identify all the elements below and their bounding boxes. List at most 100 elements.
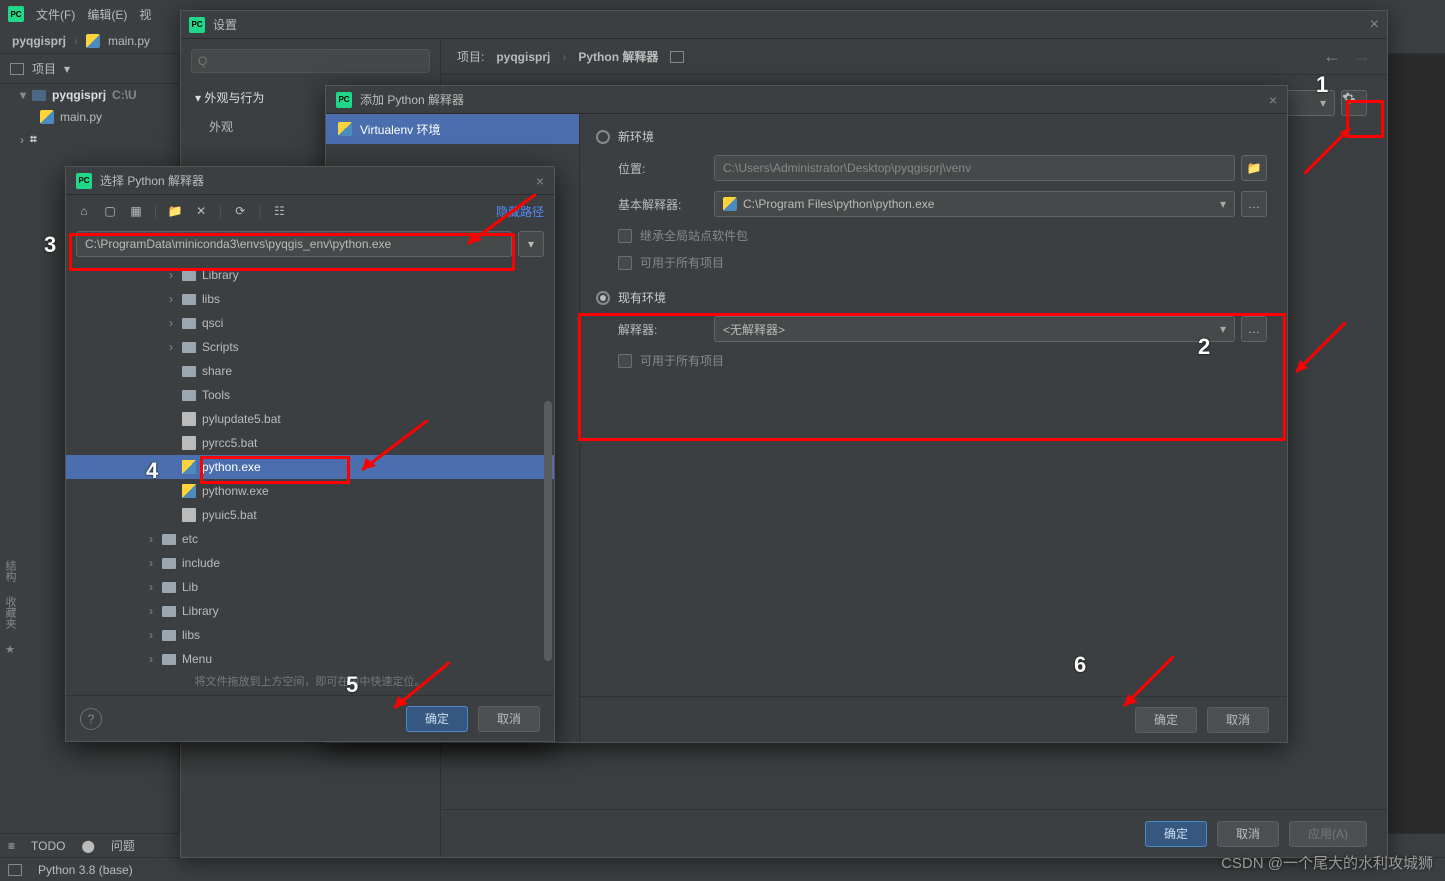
refresh-icon[interactable]: ⟳ bbox=[232, 203, 248, 219]
file-tree-row[interactable]: ›libs bbox=[66, 623, 554, 647]
file-tree-row[interactable]: pyrcc5.bat bbox=[66, 431, 554, 455]
checkbox-icon bbox=[618, 354, 632, 368]
close-icon[interactable]: × bbox=[536, 173, 544, 189]
menu-view[interactable]: 视 bbox=[139, 6, 151, 23]
folder-icon bbox=[182, 342, 196, 353]
add-interpreter-ok-button[interactable]: 确定 bbox=[1135, 707, 1197, 733]
file-tree-row[interactable]: ›include bbox=[66, 551, 554, 575]
settings-crumb-project-name[interactable]: pyqgisprj bbox=[496, 50, 550, 64]
settings-crumb-interpreter[interactable]: Python 解释器 bbox=[578, 48, 658, 65]
close-icon[interactable]: × bbox=[1269, 92, 1277, 108]
file-tree-row[interactable]: ›qsci bbox=[66, 311, 554, 335]
new-folder-icon[interactable]: 📁 bbox=[167, 203, 183, 219]
arrow-right-icon[interactable]: → bbox=[1353, 46, 1371, 67]
add-interpreter-title-text: 添加 Python 解释器 bbox=[360, 91, 464, 108]
settings-title-text: 设置 bbox=[213, 16, 237, 33]
desktop-icon[interactable]: ▢ bbox=[102, 203, 118, 219]
settings-footer: 确定 取消 应用(A) bbox=[441, 809, 1387, 857]
project-icon[interactable]: ▦ bbox=[128, 203, 144, 219]
base-interpreter-dropdown[interactable]: C:\Program Files\python\python.exe bbox=[714, 191, 1235, 217]
file-path-history-button[interactable]: ▾ bbox=[518, 231, 544, 257]
settings-apply-button[interactable]: 应用(A) bbox=[1289, 821, 1367, 847]
folder-icon bbox=[162, 630, 176, 641]
project-panel-label: 项目 bbox=[32, 60, 56, 77]
breadcrumb-file[interactable]: main.py bbox=[108, 34, 150, 48]
file-tree-row[interactable]: ›Menu bbox=[66, 647, 554, 667]
tree-file-main[interactable]: main.py bbox=[0, 106, 179, 128]
gutter-star-icon[interactable]: ★ bbox=[4, 643, 17, 656]
chevron-right-icon: › bbox=[146, 580, 156, 594]
inherit-label: 继承全局站点软件包 bbox=[640, 227, 748, 244]
breadcrumb-project[interactable]: pyqgisprj bbox=[12, 34, 66, 48]
settings-search[interactable] bbox=[191, 49, 430, 73]
help-icon[interactable]: ? bbox=[80, 708, 102, 730]
gutter-favorites[interactable]: 收藏夹 bbox=[2, 596, 18, 629]
status-interpreter[interactable]: Python 3.8 (base) bbox=[38, 863, 133, 877]
chevron-right-icon: › bbox=[166, 268, 176, 282]
show-hidden-icon[interactable]: ☷ bbox=[271, 203, 287, 219]
arrow-left-icon[interactable]: ← bbox=[1323, 46, 1341, 67]
file-tree-row[interactable]: pyuic5.bat bbox=[66, 503, 554, 527]
chevron-right-icon: › bbox=[146, 604, 156, 618]
folder-icon bbox=[182, 294, 196, 305]
settings-cancel-button[interactable]: 取消 bbox=[1217, 821, 1279, 847]
file-tree-row[interactable]: Tools bbox=[66, 383, 554, 407]
file-tree-row[interactable]: ›libs bbox=[66, 287, 554, 311]
file-tree-row-label: pyuic5.bat bbox=[202, 508, 257, 522]
settings-ok-button[interactable]: 确定 bbox=[1145, 821, 1207, 847]
existing-interpreter-browse-button[interactable]: … bbox=[1241, 316, 1267, 342]
todo-label[interactable]: TODO bbox=[31, 839, 65, 853]
project-panel-header[interactable]: 项目 ▾ bbox=[0, 54, 179, 84]
file-path-input[interactable]: C:\ProgramData\miniconda3\envs\pyqgis_en… bbox=[76, 231, 512, 257]
base-interpreter-browse-button[interactable]: … bbox=[1241, 191, 1267, 217]
file-tree-row-label: qsci bbox=[202, 316, 223, 330]
scratches-icon: ⌗ bbox=[30, 132, 37, 147]
terminal-icon[interactable] bbox=[8, 864, 22, 876]
file-tree-row[interactable]: ›Library bbox=[66, 263, 554, 287]
hide-path-link[interactable]: 隐藏路径 bbox=[496, 203, 544, 220]
location-label: 位置: bbox=[618, 160, 708, 177]
menu-file[interactable]: 文件(F) bbox=[36, 6, 75, 23]
inherit-checkbox-row[interactable]: 继承全局站点软件包 bbox=[596, 227, 1271, 244]
file-tree-row-label: python.exe bbox=[202, 460, 261, 474]
interpreter-type-virtualenv[interactable]: Virtualenv 环境 bbox=[326, 114, 579, 144]
todo-icon: ≡ bbox=[8, 839, 15, 853]
existing-interpreter-dropdown[interactable]: <无解释器> bbox=[714, 316, 1235, 342]
file-tree-row[interactable]: ›Scripts bbox=[66, 335, 554, 359]
tree-scratches[interactable]: › ⌗ bbox=[0, 128, 179, 151]
radio-existing-env[interactable]: 现有环境 bbox=[596, 289, 1271, 306]
file-tree-row[interactable]: share bbox=[66, 359, 554, 383]
file-tree-row[interactable]: pylupdate5.bat bbox=[66, 407, 554, 431]
problems-label[interactable]: 问题 bbox=[111, 837, 135, 854]
project-root[interactable]: ▾ pyqgisprj C:\U bbox=[0, 84, 179, 106]
file-tree-row[interactable]: python.exe bbox=[66, 455, 554, 479]
menu-edit[interactable]: 编辑(E) bbox=[87, 6, 127, 23]
chevron-right-icon: › bbox=[166, 292, 176, 306]
available-all-checkbox-row-1[interactable]: 可用于所有项目 bbox=[596, 254, 1271, 271]
settings-search-input[interactable] bbox=[191, 49, 430, 73]
folder-icon bbox=[182, 366, 196, 377]
file-tree[interactable]: ›Library›libs›qsci›ScriptsshareToolspylu… bbox=[66, 261, 554, 667]
scrollbar-thumb[interactable] bbox=[544, 401, 552, 661]
file-tree-row[interactable]: ›etc bbox=[66, 527, 554, 551]
add-interpreter-cancel-button[interactable]: 取消 bbox=[1207, 707, 1269, 733]
file-tree-row[interactable]: pythonw.exe bbox=[66, 479, 554, 503]
file-tree-row-label: Lib bbox=[182, 580, 198, 594]
gutter-structure[interactable]: 结构 bbox=[2, 560, 18, 582]
location-input[interactable]: C:\Users\Administrator\Desktop\pyqgisprj… bbox=[714, 155, 1235, 181]
close-icon[interactable]: × bbox=[1370, 16, 1379, 34]
file-tree-row[interactable]: › Lib bbox=[66, 575, 554, 599]
file-tree-row[interactable]: ›Library bbox=[66, 599, 554, 623]
file-chooser-title-text: 选择 Python 解释器 bbox=[100, 172, 204, 189]
file-drag-hint: 将文件拖放到上方空间，即可在树中快速定位。 bbox=[66, 667, 554, 695]
available-all-checkbox-row-2[interactable]: 可用于所有项目 bbox=[618, 352, 1271, 369]
file-ok-button[interactable]: 确定 bbox=[406, 706, 468, 732]
base-interpreter-value: C:\Program Files\python\python.exe bbox=[743, 197, 934, 211]
radio-new-env[interactable]: 新环境 bbox=[596, 128, 1271, 145]
file-icon bbox=[182, 412, 196, 426]
interpreter-gear-button[interactable] bbox=[1341, 90, 1367, 116]
file-cancel-button[interactable]: 取消 bbox=[478, 706, 540, 732]
delete-icon[interactable]: ✕ bbox=[193, 203, 209, 219]
location-browse-button[interactable]: 📁 bbox=[1241, 155, 1267, 181]
home-icon[interactable]: ⌂ bbox=[76, 203, 92, 219]
